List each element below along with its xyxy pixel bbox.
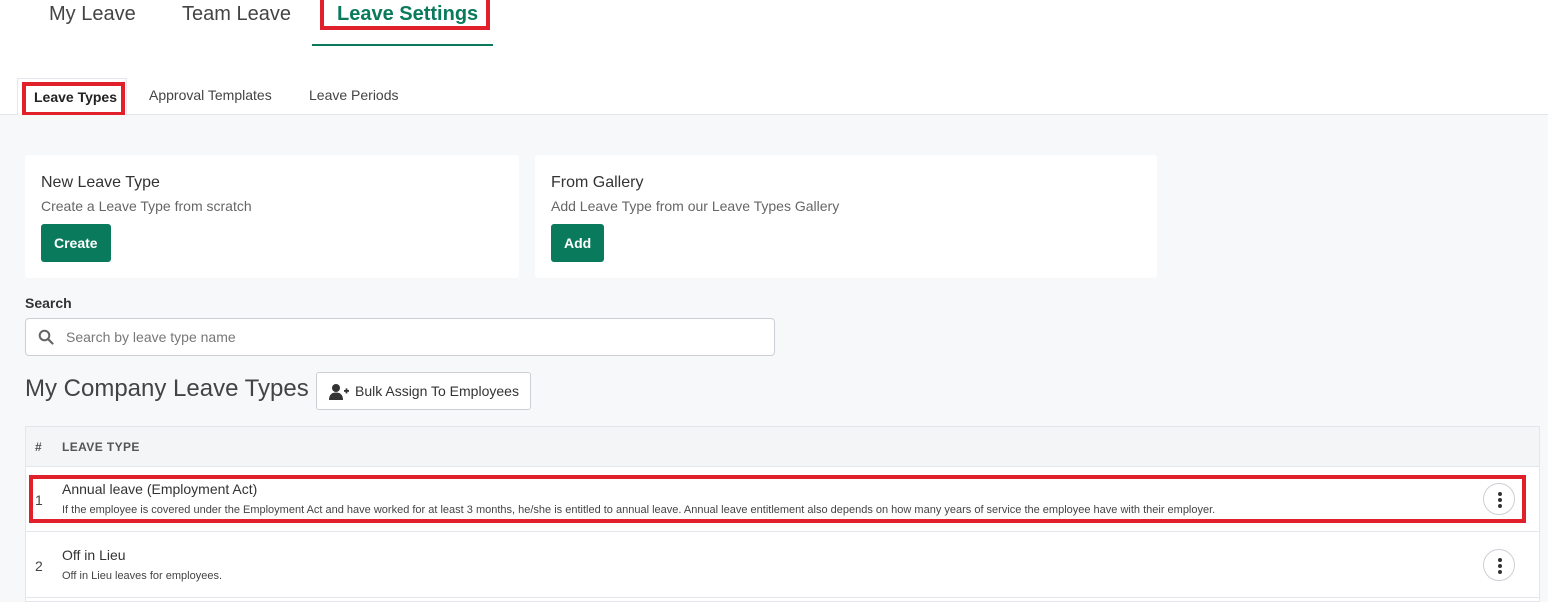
leave-type-description: If the employee is covered under the Emp… [62,504,1216,516]
highlight-box [320,0,490,30]
subtab-approval-templates[interactable]: Approval Templates [149,87,272,103]
leave-types-table: # LEAVE TYPE 1 Annual leave (Employment … [25,426,1540,602]
tab-my-leave-label: My Leave [49,3,136,25]
create-button[interactable]: Create [41,224,111,262]
kebab-menu-icon [1498,504,1502,508]
kebab-menu-icon [1498,492,1502,496]
top-navigation-tabs: My Leave Team Leave Leave Settings [0,0,1548,46]
table-row[interactable]: 2 Off in Lieu Off in Lieu leaves for emp… [26,533,1539,598]
leave-type-name: Annual leave (Employment Act) [62,481,258,497]
bulk-assign-button[interactable]: Bulk Assign To Employees [316,372,531,410]
row-number: 1 [35,492,43,508]
card-title: New Leave Type [41,174,160,191]
kebab-menu-icon [1498,570,1502,574]
sub-navigation-tabs: Leave Types Approval Templates Leave Per… [0,72,1548,116]
card-description: Create a Leave Type from scratch [41,198,252,214]
more-options-button[interactable] [1483,483,1515,515]
tab-leave-settings[interactable]: Leave Settings [312,0,493,46]
search-icon [38,329,54,345]
from-gallery-card: From Gallery Add Leave Type from our Lea… [535,155,1157,278]
tab-team-leave-label: Team Leave [182,3,291,25]
tab-my-leave[interactable]: My Leave [49,0,136,46]
table-header: # LEAVE TYPE [26,427,1539,467]
column-header-leave-type: LEAVE TYPE [62,440,140,454]
section-title: My Company Leave Types [25,375,309,402]
search-label: Search [25,295,72,311]
card-description: Add Leave Type from our Leave Types Gall… [551,198,840,214]
subtab-leave-types[interactable]: Leave Types [17,78,127,116]
bulk-assign-label: Bulk Assign To Employees [355,383,519,399]
kebab-menu-icon [1498,498,1502,502]
row-number: 2 [35,558,43,574]
more-options-button[interactable] [1483,549,1515,581]
kebab-menu-icon [1498,564,1502,568]
table-row[interactable]: 1 Annual leave (Employment Act) If the e… [26,467,1539,532]
new-leave-type-card: New Leave Type Create a Leave Type from … [25,155,519,278]
subtab-leave-periods[interactable]: Leave Periods [309,87,399,103]
leave-type-name: Off in Lieu [62,547,126,563]
card-title: From Gallery [551,174,644,191]
leave-type-description: Off in Lieu leaves for employees. [62,570,222,582]
add-button[interactable]: Add [551,224,605,262]
subtab-leave-periods-label: Leave Periods [309,87,399,103]
user-plus-icon [329,384,349,400]
tab-team-leave[interactable]: Team Leave [182,0,291,46]
column-header-number: # [35,440,42,454]
search-box [25,318,775,356]
kebab-menu-icon [1498,558,1502,562]
main-content: New Leave Type Create a Leave Type from … [0,115,1548,602]
subtab-approval-templates-label: Approval Templates [149,87,272,103]
highlight-box [22,82,125,116]
search-input[interactable] [66,319,766,355]
